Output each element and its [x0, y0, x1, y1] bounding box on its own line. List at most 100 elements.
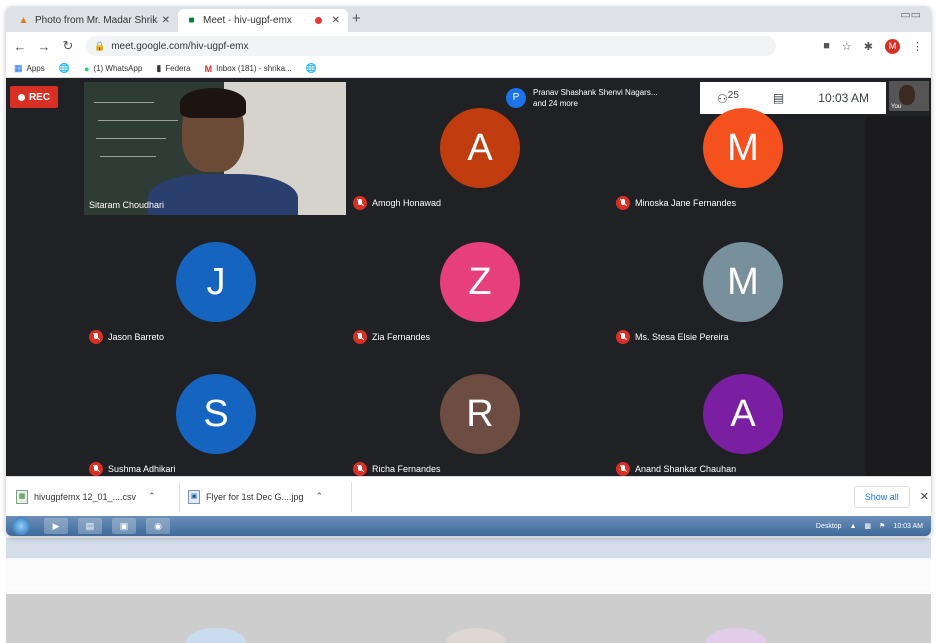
- bookmark-globe-2[interactable]: 🌐: [306, 63, 317, 74]
- participant-name: Sitaram Choudhari: [89, 200, 165, 210]
- taskbar-app-explorer[interactable]: ▤: [78, 518, 102, 534]
- meet-grid: REC Sitaram Choudhari P Pranav Shashank …: [6, 78, 931, 476]
- chevron-up-icon[interactable]: ⌃: [148, 491, 156, 502]
- star-icon[interactable]: ☆: [842, 40, 852, 53]
- reload-icon[interactable]: ↻: [58, 38, 78, 54]
- participant-name: Anand Shankar Chauhan: [635, 464, 737, 474]
- mirror-reflection: [6, 538, 931, 643]
- participant-avatar: Z: [440, 242, 520, 322]
- participant-name: Ms. Stesa Elsie Pereira: [635, 332, 729, 342]
- download-label: hivugpfemx 12_01_....csv: [34, 491, 137, 502]
- mic-off-icon: [89, 330, 103, 344]
- browser-toolbar: ← → ↻ 🔒 meet.google.com/hiv-ugpf-emx ■ ☆…: [6, 32, 931, 60]
- record-dot-icon: [17, 93, 25, 101]
- browser-window: ▲ Photo from Mr. Madar Shrikant ✕ ■ Meet…: [6, 6, 931, 536]
- bookmark-icon: ▮: [156, 63, 162, 73]
- participant-name: Sushma Adhikari: [108, 464, 176, 474]
- taskbar-clock: 10:03 AM: [893, 522, 923, 530]
- bookmark-gmail[interactable]: M Inbox (181) - shrika...: [205, 64, 292, 74]
- gmail-icon: M: [204, 63, 213, 74]
- participant-avatar: M: [703, 108, 783, 188]
- participant-tile[interactable]: S Sushma Adhikari: [84, 348, 346, 476]
- participant-name: Zia Fernandes: [372, 332, 431, 342]
- recording-dot-icon: [314, 17, 322, 24]
- participant-tile[interactable]: M Ms. Stesa Elsie Pereira: [611, 216, 873, 349]
- menu-dots-icon[interactable]: ⋮: [912, 40, 923, 53]
- mic-off-icon: [616, 196, 630, 210]
- downloads-bar: ▦ hivugpfemx 12_01_....csv ⌃ ▣ Flyer for…: [6, 476, 931, 516]
- meet-icon: ■: [188, 15, 195, 26]
- participant-name: Jason Barreto: [108, 332, 165, 342]
- show-all-button[interactable]: Show all: [853, 485, 910, 508]
- participant-avatar: R: [440, 374, 520, 454]
- side-strip: [866, 116, 931, 476]
- bookmark-federa[interactable]: ▮ Federa: [156, 63, 190, 74]
- chevron-up-icon[interactable]: ⌃: [316, 491, 324, 502]
- bookmark-whatsapp[interactable]: ● (1) WhatsApp: [84, 64, 142, 74]
- tab-label: Meet - hiv-ugpf-emx: [203, 15, 292, 26]
- volume-icon[interactable]: ▲: [850, 523, 857, 530]
- desktop-label[interactable]: Desktop: [816, 523, 842, 530]
- mic-off-icon: [353, 196, 367, 210]
- globe-icon: 🌐: [58, 63, 70, 73]
- mic-off-icon: [353, 462, 367, 476]
- download-label: Flyer for 1st Dec G....jpg: [206, 491, 304, 502]
- participant-name: Richa Fernandes: [372, 464, 441, 474]
- tab-strip: ▲ Photo from Mr. Madar Shrikant ✕ ■ Meet…: [6, 6, 931, 32]
- recording-badge[interactable]: REC: [10, 86, 58, 108]
- camera-icon[interactable]: ■: [823, 40, 830, 52]
- globe-icon: 🌐: [305, 63, 317, 73]
- extensions-icon[interactable]: ✱: [864, 40, 873, 53]
- lock-icon: 🔒: [94, 40, 106, 51]
- tab-label: Photo from Mr. Madar Shrikant: [35, 15, 158, 26]
- new-tab-button[interactable]: +: [352, 10, 361, 27]
- mic-off-icon: [353, 330, 367, 344]
- bookmark-apps[interactable]: ▦ Apps: [14, 63, 45, 74]
- download-item-csv[interactable]: ▦ hivugpfemx 12_01_....csv ⌃: [16, 481, 180, 512]
- bookmarks-bar: ▦ Apps 🌐 ● (1) WhatsApp ▮ Federa M Inbox (18…: [6, 60, 931, 78]
- photos-icon: ▲: [18, 15, 29, 26]
- download-item-jpg[interactable]: ▣ Flyer for 1st Dec G....jpg ⌃: [188, 481, 352, 512]
- participant-avatar: J: [176, 242, 256, 322]
- participant-tile[interactable]: A Amogh Honawad: [348, 82, 610, 215]
- start-button[interactable]: [12, 517, 30, 535]
- self-view[interactable]: You: [889, 81, 929, 111]
- taskbar-app-office[interactable]: ▣: [112, 518, 136, 534]
- image-file-icon: ▣: [188, 489, 200, 504]
- url-text: meet.google.com/hiv-ugpf-emx: [111, 40, 249, 52]
- taskbar-app-chrome[interactable]: ◉: [146, 518, 170, 534]
- participant-name: Minoska Jane Fernandes: [635, 198, 737, 208]
- participant-tile[interactable]: J Jason Barreto: [84, 216, 346, 349]
- profile-avatar[interactable]: M: [885, 38, 900, 54]
- system-tray: Desktop ▲ ▩ ⚑ 10:03 AM: [816, 522, 923, 531]
- csv-file-icon: ▦: [16, 489, 28, 504]
- participant-tile[interactable]: A Anand Shankar Chauhan: [611, 348, 873, 476]
- participant-tile[interactable]: Z Zia Fernandes: [348, 216, 610, 349]
- bookmark-globe[interactable]: 🌐: [59, 63, 70, 74]
- video-tile-sitaram[interactable]: Sitaram Choudhari: [84, 82, 346, 215]
- participant-name: Amogh Honawad: [372, 198, 442, 208]
- taskbar-app-media[interactable]: ▶: [44, 518, 68, 534]
- close-icon[interactable]: ✕: [332, 15, 340, 26]
- back-arrow-icon[interactable]: ←: [10, 39, 30, 54]
- tab-photo[interactable]: ▲ Photo from Mr. Madar Shrikant ✕: [10, 9, 178, 32]
- participant-tile[interactable]: R Richa Fernandes: [348, 348, 610, 476]
- whatsapp-icon: ●: [83, 63, 90, 74]
- network-icon[interactable]: ▩: [865, 522, 872, 530]
- mic-off-icon: [616, 462, 630, 476]
- address-bar[interactable]: 🔒 meet.google.com/hiv-ugpf-emx: [86, 36, 776, 56]
- participant-avatar: A: [703, 374, 783, 454]
- close-icon[interactable]: ✕: [920, 490, 929, 503]
- flag-icon[interactable]: ⚑: [879, 522, 885, 530]
- participant-avatar: M: [703, 242, 783, 322]
- window-controls-icon[interactable]: ▭▭: [900, 8, 921, 21]
- close-icon[interactable]: ✕: [162, 15, 170, 26]
- tab-meet[interactable]: ■ Meet - hiv-ugpf-emx ✕: [178, 9, 348, 32]
- mic-off-icon: [89, 462, 103, 476]
- mic-off-icon: [616, 330, 630, 344]
- participant-tile[interactable]: M Minoska Jane Fernandes: [611, 82, 873, 215]
- forward-arrow-icon[interactable]: →: [34, 39, 54, 54]
- windows-taskbar: ▶ ▤ ▣ ◉ Desktop ▲ ▩ ⚑ 10:03 AM: [6, 516, 931, 536]
- apps-grid-icon: ▦: [14, 63, 23, 73]
- participant-avatar: S: [176, 374, 256, 454]
